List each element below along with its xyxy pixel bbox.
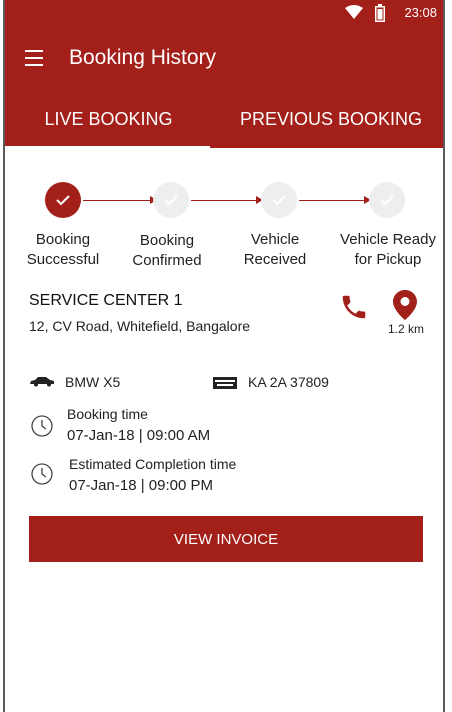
step-4-check-icon (369, 182, 405, 218)
distance-label: 1.2 km (388, 322, 425, 336)
tab-bar: LIVE BOOKING PREVIOUS BOOKING (5, 88, 443, 148)
map-pin-icon[interactable] (393, 290, 417, 325)
booking-progress: Booking Successful Booking Confirmed Vehic… (5, 178, 443, 278)
vehicle-plate: KA 2A 37809 (248, 374, 329, 390)
booking-time-value: 07-Jan-18 | 09:00 AM (67, 427, 211, 444)
phone-icon[interactable] (339, 292, 369, 327)
booking-time-label: Booking time (67, 406, 148, 422)
step-2-label: Booking Confirmed (132, 232, 202, 269)
step-1-check-icon (45, 182, 81, 218)
tab-previous-booking[interactable]: PREVIOUS BOOKING (215, 88, 443, 148)
view-invoice-button[interactable]: VIEW INVOICE (29, 516, 423, 562)
hamburger-menu-icon[interactable] (25, 50, 43, 71)
battery-icon (375, 4, 385, 27)
vehicle-model: BMW X5 (65, 374, 121, 390)
page-title: Booking History (69, 46, 217, 69)
clock-icon (31, 463, 53, 485)
step-arrow (299, 196, 371, 204)
clock-icon (31, 415, 53, 437)
service-center-name: SERVICE CENTER 1 (29, 292, 183, 309)
booking-time: Booking time 07-Jan-18 | 09:00 AM (67, 404, 210, 446)
active-tab-indicator (5, 146, 210, 149)
license-plate-icon (213, 376, 237, 394)
step-3-label: Vehicle Received (243, 231, 307, 268)
step-4-label: Vehicle Ready for Pickup (340, 231, 436, 268)
status-bar: 23:08 (5, 0, 443, 26)
car-icon (29, 374, 55, 392)
service-center-address: 12, CV Road, Whitefield, Bangalore (29, 318, 251, 334)
status-time: 23:08 (404, 5, 437, 20)
step-arrow (191, 196, 263, 204)
phone-screen: 23:08 Booking History LIVE BOOKING PREVI… (3, 0, 445, 712)
app-bar: Booking History (5, 26, 443, 88)
step-1-label: Booking Successful (26, 231, 100, 268)
step-3-check-icon (261, 182, 297, 218)
step-arrow (83, 196, 157, 204)
completion-time-value: 07-Jan-18 | 09:00 PM (69, 477, 213, 494)
step-2-check-icon (153, 182, 189, 218)
completion-time: Estimated Completion time 07-Jan-18 | 09… (69, 454, 236, 496)
tab-live-booking[interactable]: LIVE BOOKING (5, 88, 212, 148)
completion-time-label: Estimated Completion time (69, 456, 237, 472)
wifi-icon (345, 5, 363, 24)
